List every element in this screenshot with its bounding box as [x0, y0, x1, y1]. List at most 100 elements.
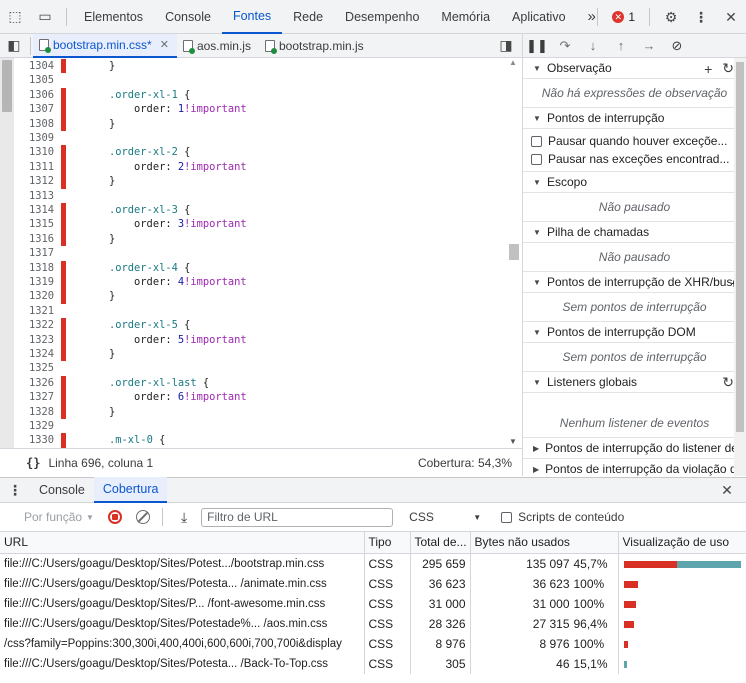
global-listeners-section-header[interactable]: ▼ Listeners globais ↻ [523, 372, 746, 393]
gear-icon[interactable]: ⚙ [656, 0, 686, 34]
tab-aplicativo[interactable]: Aplicativo [501, 0, 577, 34]
column-header[interactable]: Bytes não usados [470, 532, 619, 554]
dom-breakpoints-section-header[interactable]: ▼ Pontos de interrupção DOM [523, 322, 746, 343]
line-number[interactable]: 1312 [14, 174, 54, 188]
table-row[interactable]: file:///C:/Users/goagu/Desktop/Sites/Pot… [0, 573, 746, 594]
file-tab[interactable]: bootstrap.min.js [259, 34, 372, 58]
type-filter-select[interactable]: CSS ▼ [409, 510, 481, 524]
checkbox[interactable] [531, 135, 542, 147]
line-number[interactable]: 1310 [14, 145, 54, 159]
add-icon[interactable]: + [704, 61, 712, 77]
tab-fontes[interactable]: Fontes [221, 0, 283, 34]
tab-desempenho[interactable]: Desempenho [334, 0, 430, 34]
line-number[interactable]: 1305 [14, 73, 54, 87]
code-editor[interactable]: 1304 } 1305 1306 .order-xl-1 {1307 order: … [0, 58, 522, 448]
line-number[interactable]: 1327 [14, 390, 54, 404]
checkbox[interactable] [501, 511, 513, 523]
table-row[interactable]: file:///C:/Users/goagu/Desktop/Sites/P..… [0, 593, 746, 614]
event-listener-breakpoints-section-header[interactable]: ▶ Pontos de interrupção do listener de e… [523, 438, 746, 459]
step-over-icon[interactable]: ↷ [551, 34, 579, 58]
checkbox[interactable] [531, 153, 542, 165]
table-row[interactable]: file:///C:/Users/goagu/Desktop/Sites/Pot… [0, 613, 746, 634]
line-number[interactable]: 1330 [14, 433, 54, 447]
scroll-thumb[interactable] [2, 60, 12, 112]
close-drawer-button[interactable]: ✕ [712, 477, 742, 503]
refresh-icon[interactable]: ↻ [722, 374, 734, 391]
table-row[interactable]: /css?family=Poppins:300,300i,400,400i,60… [0, 633, 746, 654]
pause-caught-option[interactable]: Pausar nas exceções encontrad... [523, 150, 746, 168]
device-toolbar-icon[interactable]: ▭ [30, 0, 60, 34]
column-header[interactable]: URL [0, 532, 365, 554]
line-number[interactable]: 1308 [14, 117, 54, 131]
line-number[interactable]: 1328 [14, 405, 54, 419]
line-number[interactable]: 1321 [14, 304, 54, 318]
pause-uncaught-option[interactable]: Pausar quando houver exceçõe... [523, 132, 746, 150]
xhr-breakpoints-section-header[interactable]: ▼ Pontos de interrupção de XHR/busca + [523, 272, 746, 293]
pretty-print-icon[interactable]: {} [26, 456, 40, 470]
line-number[interactable]: 1324 [14, 347, 54, 361]
line-number[interactable]: 1323 [14, 333, 54, 347]
refresh-icon[interactable]: ↻ [722, 60, 734, 77]
line-number[interactable]: 1309 [14, 131, 54, 145]
line-number[interactable]: 1329 [14, 419, 54, 433]
line-number[interactable]: 1306 [14, 88, 54, 102]
editor-left-scrollbar[interactable] [0, 58, 14, 448]
download-icon[interactable]: ⤓ [181, 509, 187, 526]
line-number[interactable]: 1311 [14, 160, 54, 174]
file-tab[interactable]: bootstrap.min.css* ✕ [33, 33, 177, 58]
step-icon[interactable]: → [635, 34, 663, 58]
step-into-icon[interactable]: ↓ [579, 34, 607, 58]
tab-mem-ria[interactable]: Memória [430, 0, 501, 34]
table-row[interactable]: file:///C:/Users/goagu/Desktop/Sites/Pot… [0, 653, 746, 674]
sidebar-scrollbar[interactable] [734, 58, 746, 476]
url-filter-input[interactable] [201, 507, 394, 527]
column-header[interactable]: Visualização de uso [618, 532, 746, 554]
tab-rede[interactable]: Rede [282, 0, 334, 34]
kebab-icon[interactable]: ⋮ [686, 0, 716, 34]
pause-icon[interactable]: ❚❚ [523, 34, 551, 58]
close-devtools-button[interactable]: ✕ [716, 0, 746, 34]
line-number[interactable]: 1317 [14, 246, 54, 260]
line-number[interactable]: 1325 [14, 361, 54, 375]
line-number[interactable]: 1320 [14, 289, 54, 303]
scroll-up-icon[interactable]: ▲ [509, 58, 517, 67]
line-number[interactable]: 1319 [14, 275, 54, 289]
close-tab-icon[interactable]: ✕ [160, 38, 169, 51]
file-tab[interactable]: aos.min.js [177, 34, 259, 58]
content-scripts-option[interactable]: Scripts de conteúdo [501, 510, 624, 524]
drawer-tab-cobertura[interactable]: Cobertura [93, 477, 168, 503]
toggle-navigator-icon[interactable]: ◧ [0, 34, 28, 58]
scope-section-header[interactable]: ▼ Escopo [523, 172, 746, 193]
drawer-tab-console[interactable]: Console [30, 477, 94, 503]
step-out-icon[interactable]: ↑ [607, 34, 635, 58]
drawer-menu-icon[interactable]: ⋮ [0, 477, 30, 503]
line-number[interactable]: 1304 [14, 59, 54, 73]
watch-section-header[interactable]: ▼ Observação + ↻ [523, 58, 746, 79]
scroll-thumb[interactable] [736, 62, 744, 432]
scroll-thumb[interactable] [509, 244, 519, 260]
line-number[interactable]: 1307 [14, 102, 54, 116]
tab-elementos[interactable]: Elementos [73, 0, 154, 34]
record-button[interactable] [107, 510, 122, 524]
callstack-section-header[interactable]: ▼ Pilha de chamadas [523, 222, 746, 243]
line-number[interactable]: 1314 [14, 203, 54, 217]
csp-breakpoints-section-header[interactable]: ▶ Pontos de interrupção da violação de C… [523, 459, 746, 476]
table-row[interactable]: file:///C:/Users/goagu/Desktop/Sites/Pot… [0, 553, 746, 574]
line-number[interactable]: 1315 [14, 217, 54, 231]
inspect-element-icon[interactable]: ⬚ [0, 0, 30, 34]
line-number[interactable]: 1322 [14, 318, 54, 332]
tab-console[interactable]: Console [154, 0, 222, 34]
editor-scrollbar[interactable]: ▲ ▼ [506, 58, 522, 448]
per-function-select[interactable]: Por função ▼ [24, 510, 94, 524]
scroll-down-icon[interactable]: ▼ [509, 437, 517, 446]
deactivate-breakpoints-icon[interactable]: ⊘ [663, 34, 691, 58]
line-number[interactable]: 1326 [14, 376, 54, 390]
toggle-debugger-icon[interactable]: ◨ [492, 34, 520, 58]
clear-button[interactable] [135, 510, 150, 524]
line-number[interactable]: 1316 [14, 232, 54, 246]
column-header[interactable]: Total de... [410, 532, 471, 554]
breakpoints-section-header[interactable]: ▼ Pontos de interrupção [523, 108, 746, 129]
error-count-badge[interactable]: ✕ 1 [604, 10, 643, 24]
line-number[interactable]: 1313 [14, 189, 54, 203]
line-number[interactable]: 1318 [14, 261, 54, 275]
